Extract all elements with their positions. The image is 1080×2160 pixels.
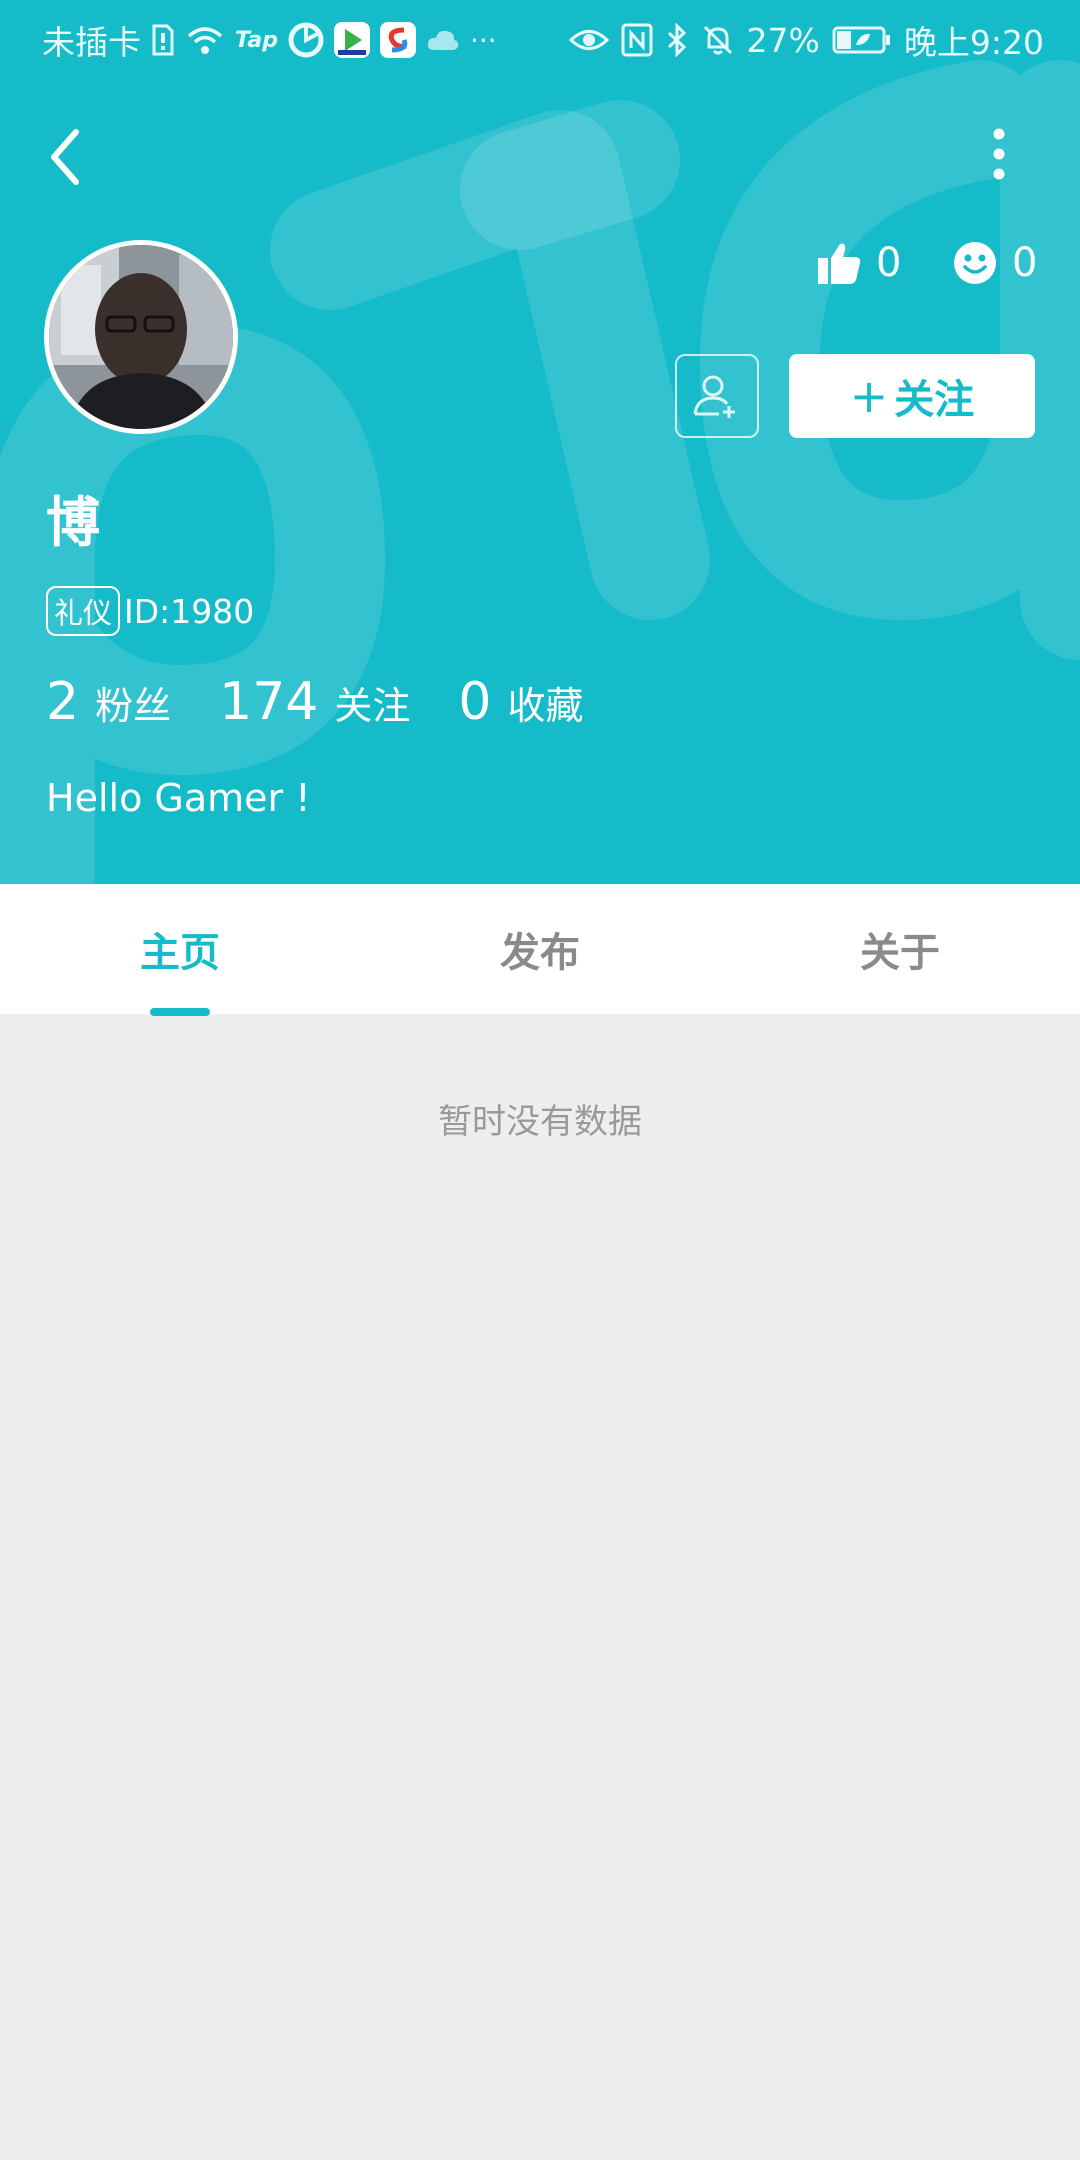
plus-icon: + — [849, 369, 889, 423]
favorites-label[interactable]: 收藏 — [507, 675, 583, 730]
more-options-button[interactable] — [976, 124, 1022, 184]
follow-button[interactable]: + 关注 — [789, 354, 1035, 438]
avatar-photo — [49, 245, 233, 429]
profile-counts: 2 粉丝 174 关注 0 收藏 — [46, 672, 632, 732]
user-bio: Hello Gamer ! — [46, 776, 311, 820]
favorites-count[interactable]: 0 — [458, 672, 491, 732]
status-bar: 未插卡 Tap ··· 27% 晚上9:20 — [0, 0, 1080, 76]
aperture-app-icon — [288, 22, 324, 58]
follow-button-label: 关注 — [894, 377, 975, 423]
battery-icon — [832, 25, 892, 55]
user-id: ID:1980 — [124, 591, 255, 631]
smiles-stat[interactable]: 0 — [952, 240, 1037, 286]
profile-tabs: 主页 发布 关于 — [0, 884, 1080, 1014]
fans-label[interactable]: 粉丝 — [95, 675, 171, 730]
store-app-icon — [380, 22, 416, 58]
battery-percent: 27% — [746, 20, 820, 60]
clock-time: 晚上9:20 — [903, 23, 1044, 62]
likes-count: 0 — [876, 240, 902, 286]
following-label[interactable]: 关注 — [334, 675, 410, 730]
cloud-icon — [426, 28, 460, 52]
more-dots-icon: ··· — [470, 23, 497, 57]
id-row: 礼仪 ID:1980 — [46, 586, 254, 636]
status-bar-right: 27% 晚上9:20 — [568, 16, 1044, 64]
sim-card-icon — [151, 24, 175, 56]
smiles-count: 0 — [1012, 240, 1038, 286]
user-tag-badge: 礼仪 — [46, 586, 121, 636]
tab-posts[interactable]: 发布 — [360, 884, 720, 1014]
add-user-icon — [693, 375, 735, 418]
chevron-left-icon — [51, 129, 79, 185]
bell-muted-icon — [701, 23, 735, 57]
carrier-text: 未插卡 — [42, 23, 141, 62]
more-vertical-icon — [993, 128, 1005, 180]
fans-count[interactable]: 2 — [46, 672, 79, 732]
following-count[interactable]: 174 — [219, 672, 318, 732]
eye-comfort-icon — [568, 25, 609, 55]
avatar[interactable] — [44, 240, 238, 434]
thumbs-up-icon — [818, 243, 861, 284]
profile-header: 未插卡 Tap ··· 27% 晚上9:20 0 0 + 关注 博 礼仪 ID:… — [0, 0, 1080, 884]
nfc-icon — [621, 23, 653, 57]
tab-about[interactable]: 关于 — [720, 884, 1080, 1014]
status-bar-left: 未插卡 Tap ··· — [42, 16, 497, 64]
wifi-icon — [185, 24, 225, 56]
bluetooth-icon — [665, 23, 689, 57]
add-friend-button[interactable] — [675, 354, 759, 438]
back-button[interactable] — [40, 122, 100, 192]
likes-stat[interactable]: 0 — [816, 240, 901, 286]
active-tab-indicator — [150, 1008, 210, 1016]
video-app-icon — [334, 22, 370, 58]
empty-state-text: 暂时没有数据 — [438, 1102, 642, 1142]
watermark-graphic — [0, 60, 1080, 884]
smile-icon — [954, 242, 996, 284]
tab-home[interactable]: 主页 — [0, 884, 360, 1014]
tap-app-icon: Tap — [235, 27, 278, 53]
username: 博 — [46, 491, 100, 554]
